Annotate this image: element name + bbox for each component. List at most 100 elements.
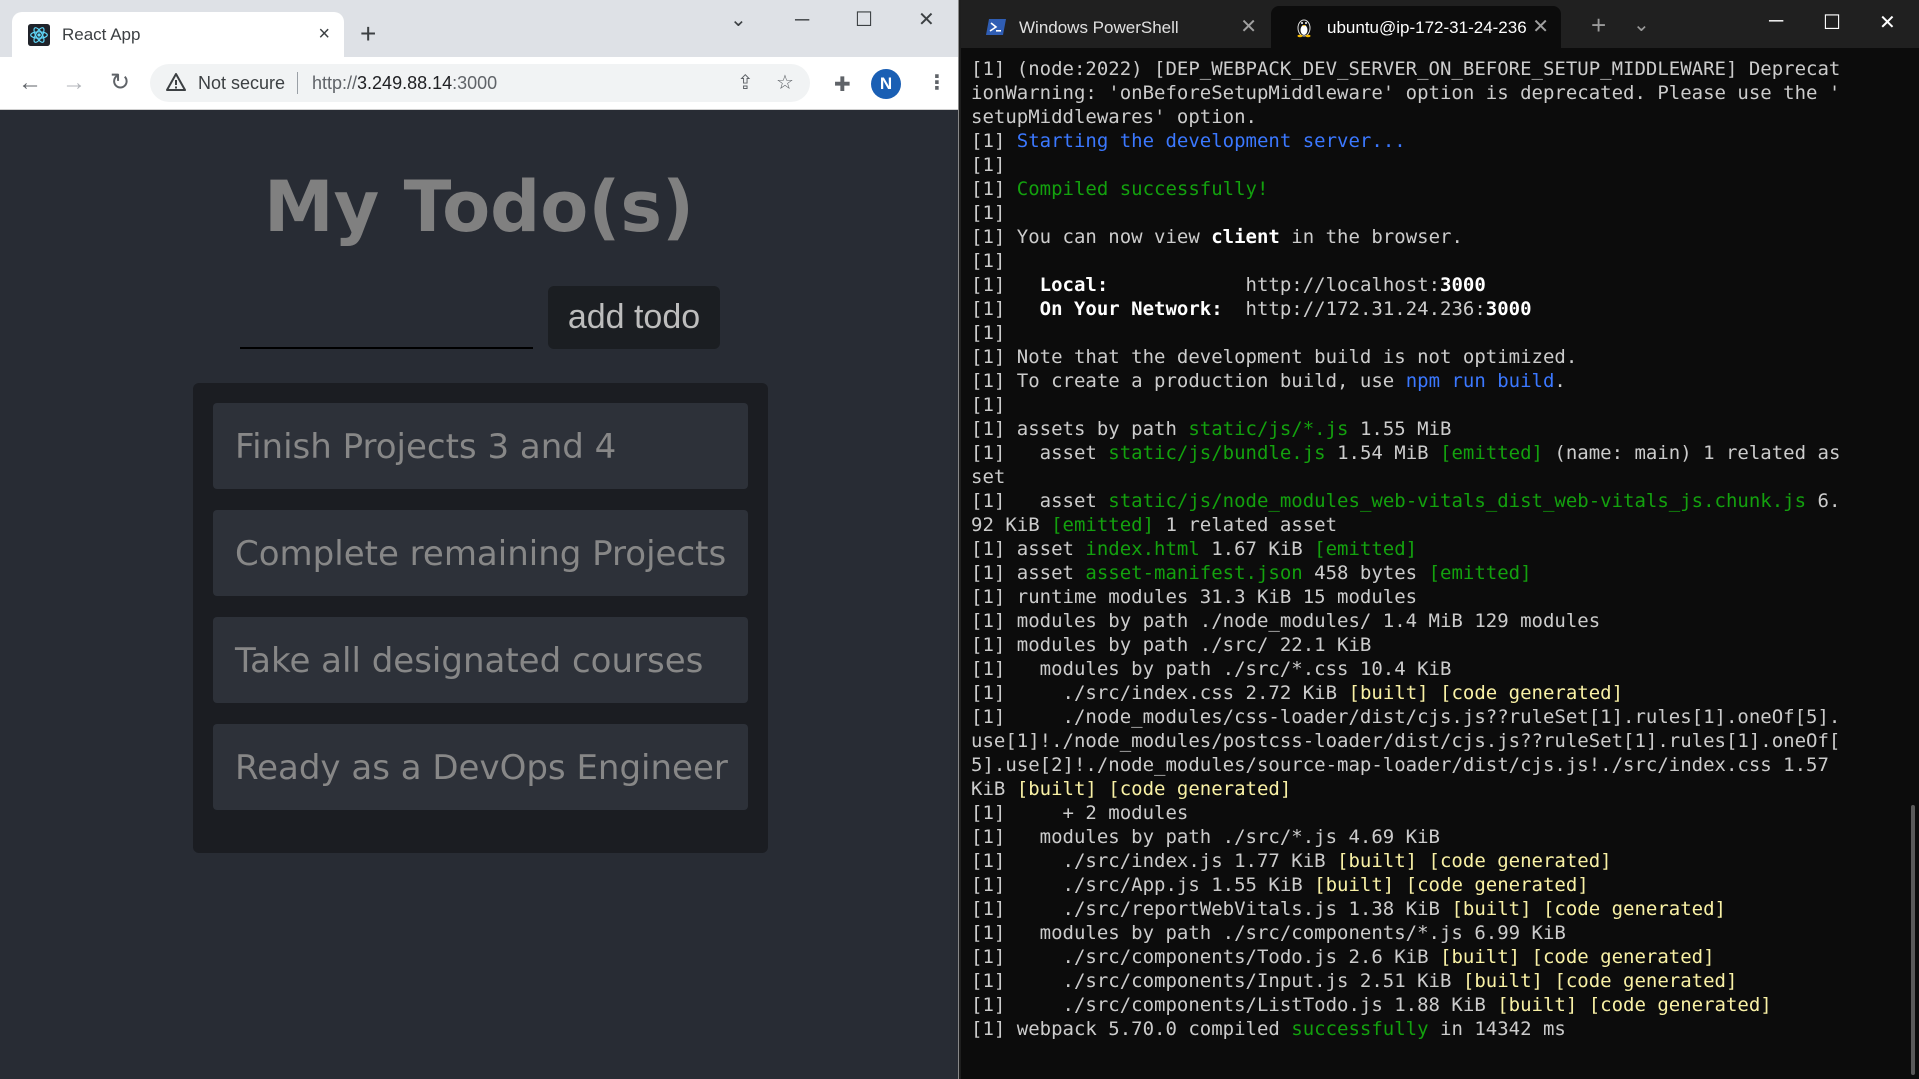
terminal-text: [1] ./src/reportWebVitals.js 1.38 KiB (971, 898, 1452, 920)
app-title: My Todo(s) (263, 166, 695, 248)
terminal-line: [1] ./src/App.js 1.55 KiB [built] [code … (971, 873, 1901, 897)
terminal-line: [1] asset index.html 1.67 KiB [emitted] (971, 537, 1901, 561)
terminal-output[interactable]: [1] (node:2022) [DEP_WEBPACK_DEV_SERVER_… (971, 57, 1901, 1041)
terminal-line: [1] ./src/components/Todo.js 2.6 KiB [bu… (971, 945, 1901, 969)
close-window-button[interactable]: ✕ (918, 8, 935, 32)
terminal-text: KiB (971, 778, 1017, 800)
browser-tab-react-app[interactable]: React App × (12, 12, 344, 57)
tab-search-dropdown-icon[interactable]: ⌄ (730, 8, 747, 32)
new-tab-button[interactable]: + (360, 20, 376, 48)
terminal-line: [1] modules by path ./src/*.js 4.69 KiB (971, 825, 1901, 849)
terminal-tab-powershell[interactable]: Windows PowerShell ✕ (963, 6, 1269, 48)
terminal-text: [1] ./src/components/Todo.js 2.6 KiB (971, 946, 1440, 968)
terminal-text: http://localhost: (1108, 274, 1441, 296)
minimize-button[interactable]: ─ (1769, 10, 1783, 33)
todo-item[interactable]: Finish Projects 3 and 4 (213, 403, 748, 489)
terminal-text: [1] (node:2022) [DEP_WEBPACK_DEV_SERVER_… (971, 58, 1841, 80)
todo-item[interactable]: Ready as a DevOps Engineer (213, 724, 748, 810)
dropdown-chevron-icon[interactable]: ⌄ (1633, 12, 1650, 37)
terminal-line: [1] (971, 249, 1901, 273)
terminal-text: [1] + 2 modules (971, 802, 1189, 824)
terminal-text: in 14342 ms (1428, 1018, 1566, 1040)
terminal-text: index.html (1085, 538, 1200, 560)
terminal-text: 1.55 MiB (1348, 418, 1452, 440)
terminal-line: 5].use[2]!./node_modules/source-map-load… (971, 753, 1901, 777)
terminal-text: [1] modules by path ./src/*.css 10.4 KiB (971, 658, 1452, 680)
terminal-text: [emitted] (1428, 562, 1532, 584)
terminal-text: [1] ./src/index.js 1.77 KiB (971, 850, 1338, 872)
security-status-label[interactable]: Not secure (198, 73, 285, 94)
extensions-puzzle-icon[interactable]: ✚ (834, 75, 851, 95)
terminal-line: [1] asset static/js/node_modules_web-vit… (971, 489, 1901, 513)
terminal-text: [1] To create a production build, use (971, 370, 1406, 392)
todo-item[interactable]: Complete remaining Projects (213, 510, 748, 596)
terminal-line: [1] Starting the development server... (971, 129, 1901, 153)
close-window-button[interactable]: ✕ (1879, 10, 1896, 35)
terminal-text: setupMiddlewares' option. (971, 106, 1257, 128)
terminal-line: [1] On Your Network: http://172.31.24.23… (971, 297, 1901, 321)
terminal-text: [1] asset (971, 442, 1109, 464)
new-terminal-tab-icon[interactable]: + (1591, 10, 1606, 41)
terminal-line: [1] ./src/reportWebVitals.js 1.38 KiB [b… (971, 897, 1901, 921)
todo-input[interactable] (240, 287, 533, 349)
terminal-line: [1] modules by path ./src/ 22.1 KiB (971, 633, 1901, 657)
terminal-text: [1] (971, 298, 1040, 320)
terminal-line: set (971, 465, 1901, 489)
terminal-line: [1] asset asset-manifest.json 458 bytes … (971, 561, 1901, 585)
terminal-text: [built] [code generated] (1440, 946, 1715, 968)
terminal-text: npm run build (1405, 370, 1555, 392)
address-bar[interactable]: Not secure http://3.249.88.14:3000 ⇪ ☆ (150, 64, 810, 102)
terminal-line: [1] (node:2022) [DEP_WEBPACK_DEV_SERVER_… (971, 57, 1901, 81)
add-todo-button[interactable]: add todo (548, 286, 720, 349)
close-tab-icon[interactable]: ✕ (1240, 14, 1257, 39)
terminal-tab-strip: Windows PowerShell ✕ ubuntu@ip-172-31-24… (961, 0, 1919, 48)
share-icon[interactable]: ⇪ (737, 73, 754, 93)
terminal-text: [1] assets by path (971, 418, 1189, 440)
warning-triangle-icon (166, 73, 186, 91)
terminal-text: [1] (971, 130, 1017, 152)
close-tab-icon[interactable]: ✕ (1532, 14, 1549, 39)
linux-penguin-icon (1297, 19, 1311, 38)
close-tab-icon[interactable]: × (318, 22, 330, 46)
terminal-text: http://172.31.24.236: (1222, 298, 1486, 320)
terminal-line: [1] ./src/index.js 1.77 KiB [built] [cod… (971, 849, 1901, 873)
terminal-line: [1] assets by path static/js/*.js 1.55 M… (971, 417, 1901, 441)
terminal-text: 1 related asset (1154, 514, 1338, 536)
forward-arrow-icon[interactable]: → (60, 69, 88, 97)
todo-item[interactable]: Take all designated courses (213, 617, 748, 703)
terminal-line: [1] asset static/js/bundle.js 1.54 MiB [… (971, 441, 1901, 465)
terminal-text: On Your Network: (1039, 298, 1223, 320)
terminal-text: ionWarning: 'onBeforeSetupMiddleware' op… (971, 82, 1841, 104)
react-logo-icon (28, 24, 50, 46)
terminal-scrollbar[interactable] (1911, 805, 1915, 1075)
terminal-line: [1] To create a production build, use np… (971, 369, 1901, 393)
more-menu-icon[interactable]: ⋮ (927, 73, 947, 93)
terminal-text: [1] modules by path ./src/ 22.1 KiB (971, 634, 1372, 656)
terminal-text: 5].use[2]!./node_modules/source-map-load… (971, 754, 1829, 776)
terminal-tab-ubuntu[interactable]: ubuntu@ip-172-31-24-236: · ✕ (1271, 6, 1561, 48)
back-arrow-icon[interactable]: ← (16, 69, 44, 97)
terminal-text: 92 KiB (971, 514, 1052, 536)
minimize-button[interactable]: ─ (795, 8, 809, 32)
terminal-text: successfully (1291, 1018, 1429, 1040)
reload-icon[interactable]: ↻ (106, 69, 134, 97)
terminal-text: static/js/bundle.js (1108, 442, 1326, 464)
terminal-line: [1] modules by path ./src/components/*.j… (971, 921, 1901, 945)
terminal-line: [1] Local: http://localhost:3000 (971, 273, 1901, 297)
maximize-button[interactable]: ☐ (855, 8, 873, 32)
profile-avatar[interactable]: N (871, 69, 901, 99)
browser-tab-title: React App (62, 25, 141, 44)
terminal-text: [1] Note that the development build is n… (971, 346, 1578, 368)
terminal-text: [1] modules by path ./src/components/*.j… (971, 922, 1566, 944)
url-text[interactable]: http://3.249.88.14:3000 (312, 73, 497, 94)
terminal-text: [1] You can now view (971, 226, 1212, 248)
terminal-line: [1] (971, 321, 1901, 345)
terminal-text: [built] [code generated] (1348, 682, 1624, 704)
terminal-text: [1] (971, 250, 1006, 272)
terminal-text: [1] (971, 394, 1006, 416)
maximize-button[interactable]: ☐ (1823, 10, 1841, 35)
bookmark-star-icon[interactable]: ☆ (776, 73, 794, 93)
terminal-text: [1] ./node_modules/css-loader/dist/cjs.j… (971, 706, 1841, 728)
terminal-text: [1] ./src/App.js 1.55 KiB (971, 874, 1315, 896)
terminal-text: [built] [code generated] (1016, 778, 1292, 800)
